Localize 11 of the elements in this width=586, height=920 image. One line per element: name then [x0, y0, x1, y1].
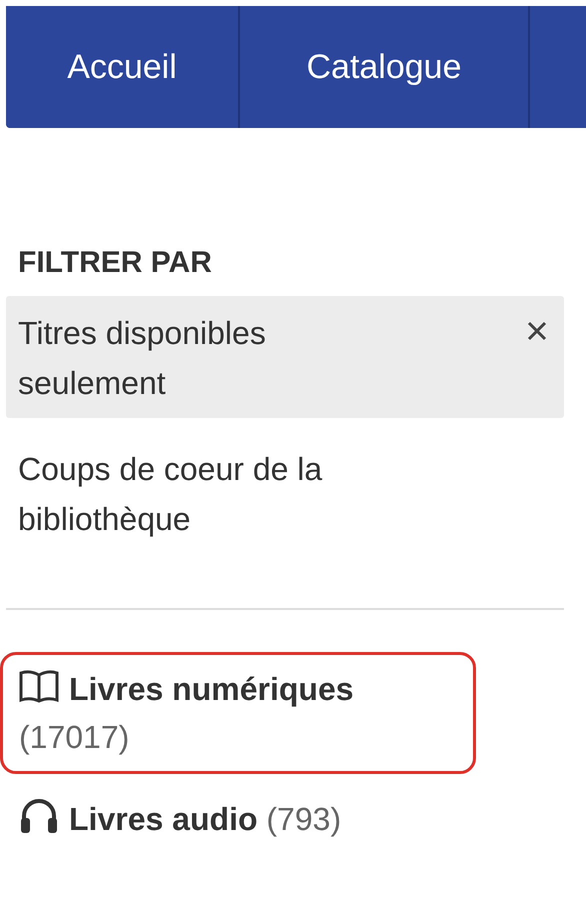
headphones-icon	[19, 798, 59, 834]
book-icon	[19, 668, 59, 704]
filter-heading: FILTRER PAR	[18, 246, 213, 281]
filter-label: Titres disponibles seulement	[18, 314, 267, 403]
active-filter[interactable]: Titres disponibles seulement	[6, 296, 564, 418]
filter-label: Coups de coeur de la bibliothèque	[18, 450, 324, 539]
filter-option[interactable]: Coups de coeur de la bibliothèque	[6, 432, 564, 554]
format-link[interactable]: Livres numériques (17017)	[0, 652, 476, 774]
nav-tab[interactable]: Accueil	[6, 6, 240, 128]
close-icon	[526, 320, 548, 342]
format-link[interactable]: Livres audio (793)	[0, 782, 476, 856]
